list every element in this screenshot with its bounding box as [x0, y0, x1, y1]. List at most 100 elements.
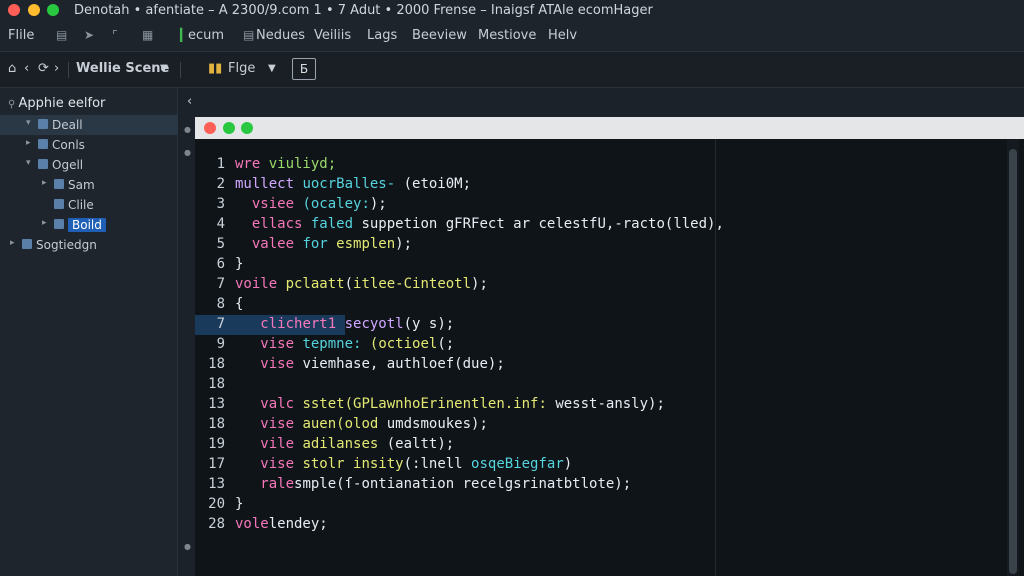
scrollbar-thumb[interactable]	[1009, 149, 1017, 574]
code-token: smple(ſ-ontianation recelgsrinatbtlote);	[294, 476, 632, 492]
tree-arrow-icon[interactable]: ▸	[26, 138, 31, 148]
sidebar-tree-item[interactable]: ▸ Sogtiedgn	[0, 235, 178, 255]
minimize-icon[interactable]	[223, 122, 235, 134]
line-number: 3	[216, 196, 225, 212]
line-number: 6	[216, 256, 225, 272]
sidebar-tree-item[interactable]: ▸ Conls	[0, 135, 178, 155]
code-token: umdsmoukes);	[386, 416, 488, 432]
pages-dropdown[interactable]: Flge	[228, 61, 255, 76]
grid-icon[interactable]: ▦	[142, 28, 153, 42]
code-line[interactable]: 7 clichert1 secyotl(y s);	[195, 315, 995, 335]
code-line[interactable]: 3 vsiee (ocaley:);	[195, 195, 995, 215]
line-number: 1	[216, 156, 225, 172]
code-line[interactable]: 13 valc sstet(GPLawnhoErinentlen.inf: we…	[195, 395, 995, 415]
code-token: (ocaley:	[302, 196, 370, 212]
code-token: )	[563, 456, 573, 472]
toolbar-box-button[interactable]: Б	[292, 58, 316, 80]
code-line[interactable]: 9 vise tepmne: (octioel(;	[195, 335, 995, 355]
scheme-dropdown[interactable]: Wellie Scene	[76, 61, 169, 76]
code-token: wre	[235, 156, 269, 172]
code-token: wesst-ansly);	[555, 396, 665, 412]
collapse-chevron-icon[interactable]: ‹	[187, 94, 192, 109]
code-line[interactable]: 13 ralesmple(ſ-ontianation recelgsrinatb…	[195, 475, 995, 495]
menu-view[interactable]: Veiliis	[314, 28, 351, 43]
code-line[interactable]: 6}	[195, 255, 995, 275]
maximize-icon[interactable]	[241, 122, 253, 134]
gutter-dot-icon: ●	[184, 125, 191, 134]
code-text: }	[235, 496, 243, 512]
code-line[interactable]: 4 ellacs faled suppetion gFRFect ar cele…	[195, 215, 995, 235]
line-number: 18	[208, 376, 225, 392]
file-icon	[22, 239, 32, 249]
sidebar-tree-item[interactable]: ▸ Sam	[0, 175, 178, 195]
close-window-button[interactable]	[8, 4, 20, 16]
code-line[interactable]: 18	[195, 375, 995, 395]
chevron-down-icon[interactable]: ▼	[160, 63, 168, 74]
chevron-down-icon[interactable]: ▼	[268, 63, 276, 74]
tree-arrow-icon[interactable]: ▾	[26, 158, 31, 168]
close-icon[interactable]	[204, 122, 216, 134]
menu-mestiove[interactable]: Mestiove	[478, 28, 536, 43]
line-number: 13	[208, 396, 225, 412]
bracket-icon[interactable]: ⌜	[112, 28, 118, 42]
tree-arrow-icon[interactable]: ▸	[42, 218, 47, 228]
code-line[interactable]: 17 vise stolr insity(:lnell osqeBiegfar)	[195, 455, 995, 475]
tree-arrow-icon[interactable]: ▸	[42, 178, 47, 188]
forward-icon[interactable]: ›	[54, 61, 59, 76]
sidebar-item-label: Sam	[68, 178, 95, 192]
code-line[interactable]: 2 mullect uocrBalles- (etoi0M;	[195, 175, 995, 195]
code-token: suppetion gFRFect ar celestfU,-racto(lle…	[361, 216, 724, 232]
toolbar-divider	[180, 62, 181, 78]
code-text: vise stolr insity(:lnell osqeBiegfar)	[235, 456, 572, 472]
line-number: 9	[216, 336, 225, 352]
sidebar-tree-item[interactable]: Clile	[0, 195, 178, 215]
minimize-window-button[interactable]	[28, 4, 40, 16]
code-line[interactable]: 8{	[195, 295, 995, 315]
code-line[interactable]: 18 vise viemhase, authloef(due);	[195, 355, 995, 375]
menu-file[interactable]: Flile	[8, 28, 34, 43]
sidebar-tree-item[interactable]: ▾ Ogell	[0, 155, 178, 175]
code-line[interactable]: 5 valee for esmplen);	[195, 235, 995, 255]
maximize-window-button[interactable]	[47, 4, 59, 16]
menu-edit[interactable]: ecum	[188, 28, 224, 43]
line-number: 8	[216, 296, 225, 312]
back-icon[interactable]: ‹	[24, 61, 29, 76]
code-token: valc	[260, 396, 303, 412]
menu-preview[interactable]: Beeview	[412, 28, 467, 43]
code-line[interactable]: 20}	[195, 495, 995, 515]
code-line[interactable]: 18 vise auen(olod umdsmoukes);	[195, 415, 995, 435]
tree-arrow-icon[interactable]: ▸	[10, 238, 15, 248]
code-token: voile	[235, 276, 286, 292]
sidebar: ⚲ Apphie eelfor ▾ Deall ▸ Conls ▾ Ogell ▸ Sam Cl…	[0, 88, 178, 576]
refresh-icon[interactable]: ⟳	[38, 61, 49, 76]
code-line[interactable]: 7 voile pclaatt(itlee-Cinteotl);	[195, 275, 995, 295]
tree-arrow-icon[interactable]: ▾	[26, 118, 31, 128]
code-token: (:lnell	[403, 456, 472, 472]
menu-help[interactable]: Helv	[548, 28, 577, 43]
code-line[interactable]: 1 wre viuliyd;	[195, 155, 995, 175]
menu-nodes[interactable]: Nedues	[256, 28, 305, 43]
code-line[interactable]: 28 volelendey;	[195, 515, 995, 535]
bars-icon: ▮▮	[208, 61, 223, 76]
home-icon[interactable]: ⌂	[8, 61, 16, 76]
menu-logs[interactable]: Lags	[367, 28, 397, 43]
code-token: ellacs	[251, 216, 311, 232]
code-token: mullect	[235, 176, 303, 192]
code-token: uocrBalles-	[302, 176, 404, 192]
code-token: vsiee	[251, 196, 303, 212]
sidebar-tree-item[interactable]: ▸ Boild	[0, 215, 178, 235]
code-editor[interactable]: 1 wre viuliyd; 2 mullect uocrBalles- (etoi0…	[195, 139, 1024, 576]
code-token: );	[395, 236, 413, 252]
line-number: 28	[208, 516, 225, 532]
file-icon	[54, 179, 64, 189]
code-token: }	[235, 256, 244, 272]
run-icon[interactable]: ➤	[84, 28, 94, 42]
code-token: auen(olod	[302, 416, 387, 432]
sidebar-tree-item[interactable]: ▾ Deall	[0, 115, 178, 135]
list-icon[interactable]: ▤	[56, 28, 67, 42]
code-line[interactable]: 19 vile adilanses (ealtt);	[195, 435, 995, 455]
